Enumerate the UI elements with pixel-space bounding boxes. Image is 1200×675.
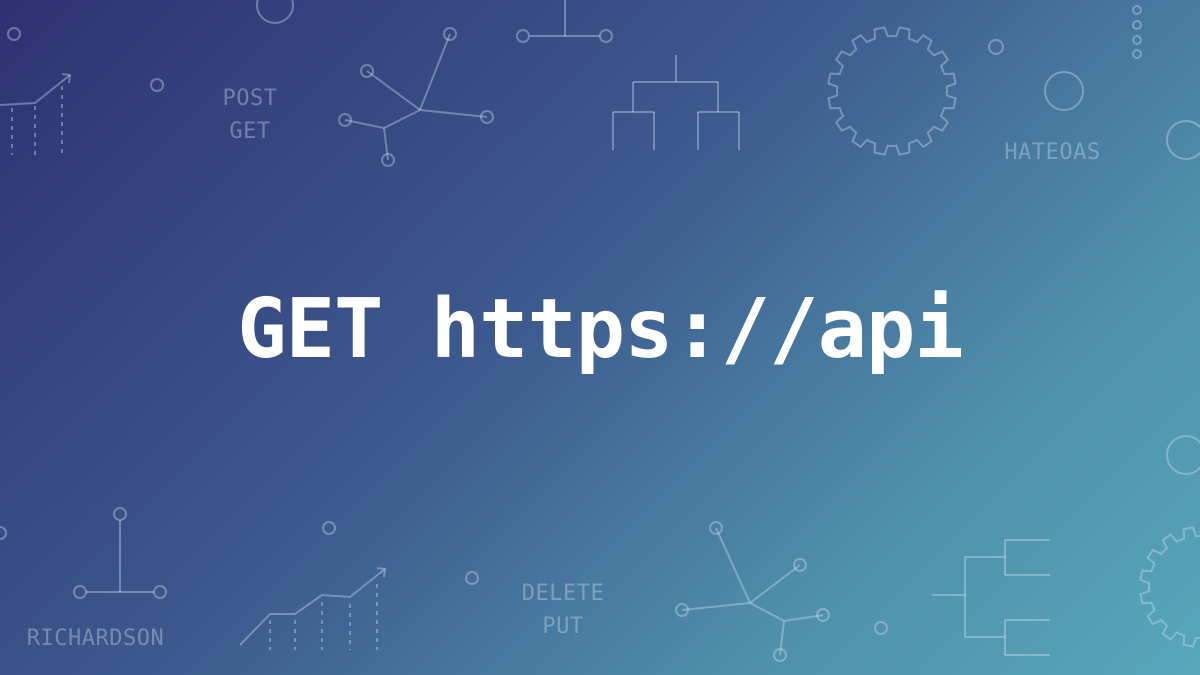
connector-icon [516, 0, 613, 43]
word-post-get: POST GET [205, 82, 295, 148]
dot-icon [465, 571, 479, 585]
dot-icon [7, 27, 21, 41]
ring-icon [1166, 435, 1200, 475]
growth-chart-icon [239, 567, 387, 650]
gear-icon [1139, 526, 1200, 648]
growth-chart-icon [0, 73, 72, 155]
ring-icon [1044, 71, 1084, 111]
tree-diagram-icon [932, 539, 1050, 656]
dot-icon [0, 526, 7, 540]
dots-column-icon [1132, 5, 1142, 59]
word-delete-put: DELETE PUT [508, 577, 618, 643]
network-graph-icon [675, 521, 830, 662]
dot-icon [150, 78, 164, 92]
word-richardson: RICHARDSON [26, 626, 165, 651]
connector-icon [73, 507, 167, 599]
word-delete: DELETE [521, 581, 605, 606]
ring-icon [1166, 120, 1200, 160]
gear-icon [827, 26, 957, 156]
dot-icon [322, 521, 336, 535]
headline: GET https://api [0, 282, 1200, 377]
http-method: GET [237, 282, 383, 377]
dot-icon [874, 621, 888, 635]
api-url: https://api [430, 282, 964, 377]
tree-diagram-icon [612, 55, 740, 150]
word-hateoas: HATEOAS [1004, 140, 1101, 165]
word-post: POST [222, 86, 278, 111]
word-put: PUT [542, 614, 584, 639]
word-get: GET [229, 119, 271, 144]
ring-icon [256, 0, 294, 24]
network-graph-icon [338, 27, 494, 167]
dot-icon [988, 39, 1004, 55]
